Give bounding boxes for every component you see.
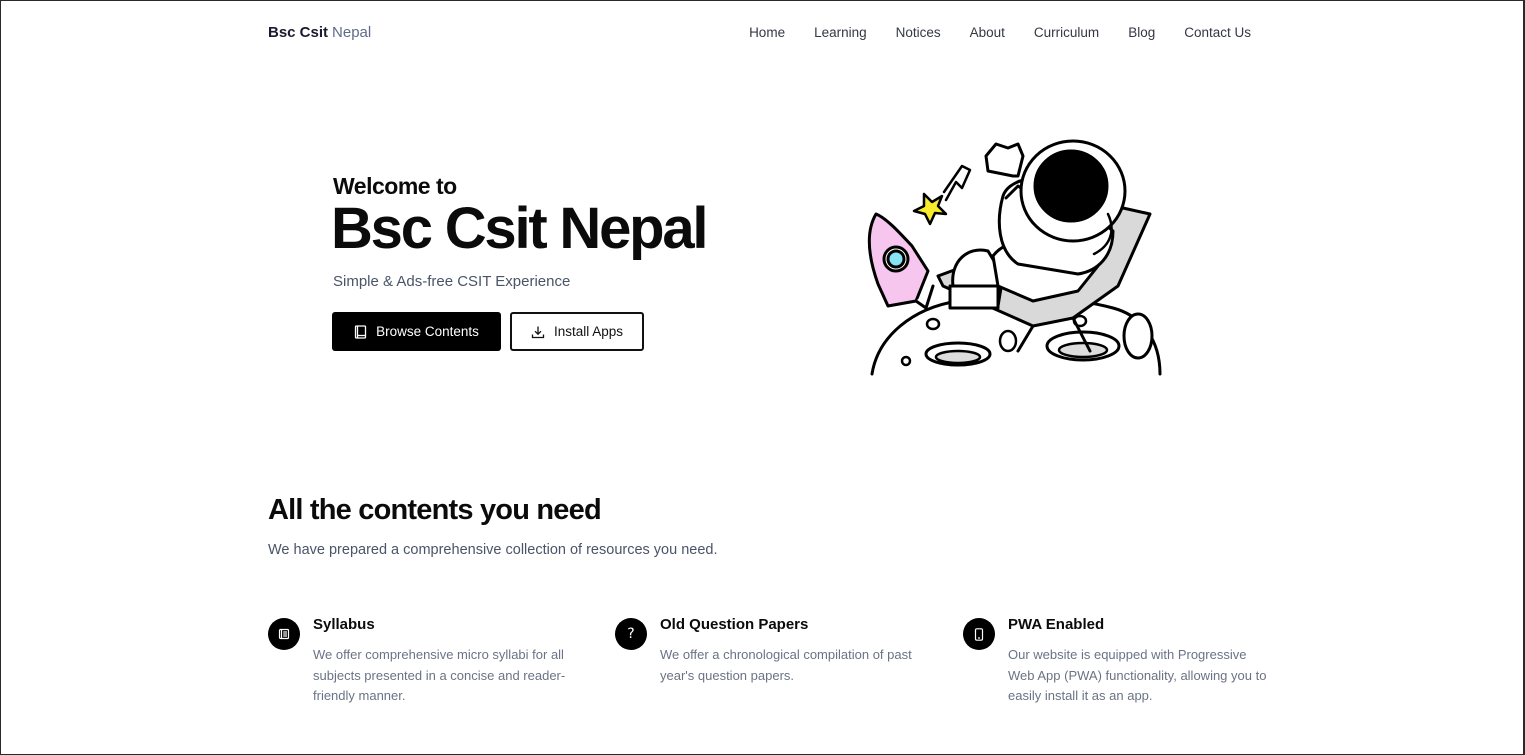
- hero-subtitle: Simple & Ads-free CSIT Experience: [333, 273, 571, 290]
- brand-name-bold: Bsc Csit: [268, 24, 329, 41]
- brand-name-light: Nepal: [332, 24, 372, 41]
- phone-icon: [963, 618, 995, 650]
- nav-notices[interactable]: Notices: [896, 25, 941, 40]
- hero-title: Bsc Csit Nepal: [331, 196, 709, 261]
- feature-title: Syllabus: [313, 616, 375, 633]
- nav-learning[interactable]: Learning: [814, 25, 867, 40]
- visor: [1033, 149, 1109, 223]
- feature-title: PWA Enabled: [1008, 616, 1105, 633]
- nav-home[interactable]: Home: [749, 25, 785, 40]
- nav-contact-us[interactable]: Contact Us: [1184, 25, 1251, 40]
- section-subtitle: We have prepared a comprehensive collect…: [268, 542, 718, 558]
- browse-contents-button[interactable]: Browse Contents: [332, 312, 501, 351]
- book-icon: [268, 618, 300, 650]
- book-icon: [354, 324, 367, 339]
- feature-description: Our website is equipped with Progressive…: [1008, 647, 1267, 703]
- nav-blog[interactable]: Blog: [1128, 25, 1155, 40]
- astronaut-illustration: [867, 139, 1162, 376]
- astronaut-arm: [984, 142, 1025, 178]
- brand-logo[interactable]: Bsc Csit Nepal: [268, 24, 371, 41]
- star-icon: [912, 164, 972, 226]
- feature-description: We offer comprehensive micro syllabi for…: [313, 647, 566, 703]
- rocket-icon: [867, 212, 935, 310]
- moon-crater: [1122, 312, 1154, 360]
- download-icon: [531, 326, 545, 338]
- astronaut-boot: [948, 284, 1000, 310]
- install-apps-label: Install Apps: [553, 324, 624, 339]
- nav-about[interactable]: About: [970, 25, 1005, 40]
- main-nav: Home Learning Notices About Curriculum B…: [720, 25, 1251, 40]
- question-icon: ?: [615, 618, 647, 650]
- browse-contents-label: Browse Contents: [376, 324, 479, 339]
- install-apps-button[interactable]: Install Apps: [510, 312, 644, 351]
- nav-curriculum[interactable]: Curriculum: [1034, 25, 1099, 40]
- feature-description: We offer a chronological compilation of …: [660, 647, 912, 683]
- window-frame: [0, 0, 1525, 755]
- section-title: All the contents you need: [268, 494, 602, 526]
- feature-title: Old Question Papers: [660, 616, 809, 633]
